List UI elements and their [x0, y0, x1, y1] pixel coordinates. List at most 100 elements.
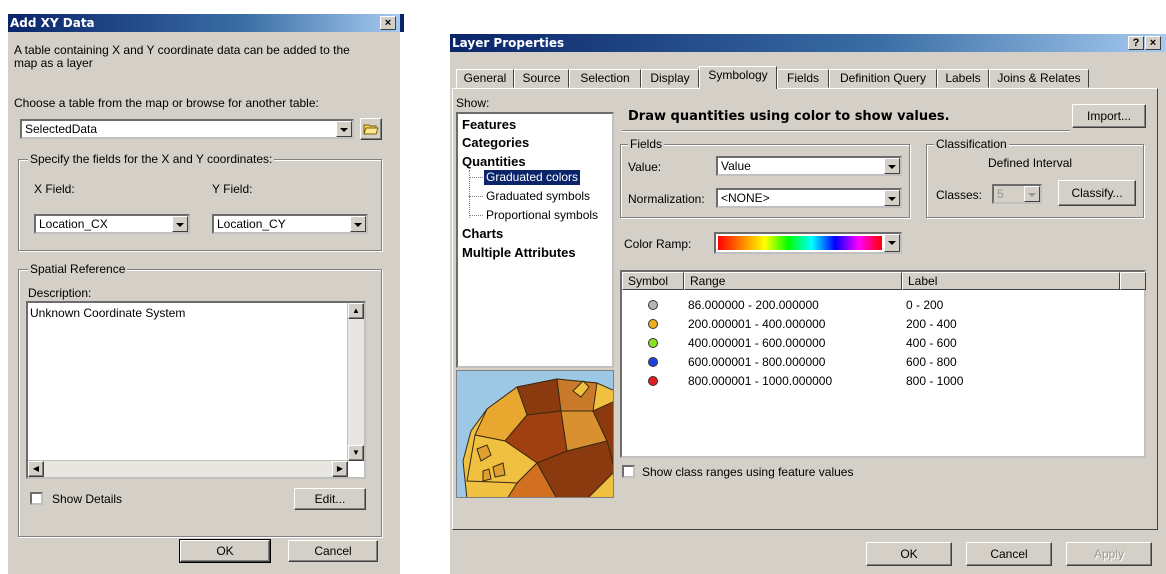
column-header-blank: [1120, 272, 1146, 290]
chevron-down-icon[interactable]: [884, 158, 900, 174]
horizontal-scrollbar[interactable]: ◀ ▶: [28, 460, 348, 477]
title-bar-edge: [400, 14, 404, 32]
tree-connector: [469, 196, 483, 197]
chevron-down-icon[interactable]: [884, 190, 900, 206]
apply-button[interactable]: Apply: [1066, 542, 1152, 566]
range-cell[interactable]: 800.000001 - 1000.000000: [688, 374, 832, 388]
class-row[interactable]: 200.000001 - 400.000000 200 - 400: [622, 315, 1144, 333]
x-field-dropdown[interactable]: Location_CX: [34, 214, 190, 234]
africa-map-image: [462, 378, 613, 497]
class-row[interactable]: 800.000001 - 1000.000000 800 - 1000: [622, 372, 1144, 390]
class-row[interactable]: 600.000001 - 800.000000 600 - 800: [622, 353, 1144, 371]
symbol-swatch[interactable]: [648, 376, 658, 386]
show-class-ranges-checkbox[interactable]: [622, 465, 635, 478]
label-cell[interactable]: 200 - 400: [906, 317, 957, 331]
close-icon[interactable]: ×: [380, 16, 396, 30]
range-cell[interactable]: 400.000001 - 600.000000: [688, 336, 825, 350]
chevron-down-icon[interactable]: [336, 121, 352, 137]
cancel-button[interactable]: Cancel: [966, 542, 1052, 566]
scroll-right-icon[interactable]: ▶: [332, 461, 348, 477]
ok-button[interactable]: OK: [866, 542, 952, 566]
description-value: Unknown Coordinate System: [30, 306, 186, 320]
chevron-down-icon[interactable]: [350, 216, 366, 232]
column-header-label[interactable]: Label: [902, 272, 1120, 290]
class-row[interactable]: 400.000001 - 600.000000 400 - 600: [622, 334, 1144, 352]
normalization-dropdown[interactable]: <NONE>: [716, 188, 902, 208]
description-label: Description:: [28, 286, 92, 300]
show-details-label: Show Details: [52, 492, 123, 506]
show-label: Show:: [456, 96, 490, 110]
tree-item-categories[interactable]: Categories: [462, 135, 529, 150]
chevron-down-icon[interactable]: [172, 216, 188, 232]
classify-button[interactable]: Classify...: [1058, 180, 1136, 206]
show-class-ranges-label: Show class ranges using feature values: [642, 465, 854, 479]
value-field-value: Value: [721, 159, 751, 173]
ok-button[interactable]: OK: [179, 539, 271, 563]
normalization-value: <NONE>: [721, 191, 770, 205]
value-dropdown[interactable]: Value: [716, 156, 902, 176]
table-dropdown[interactable]: SelectedData: [20, 119, 354, 139]
tab-symbology[interactable]: Symbology: [699, 66, 777, 89]
show-details-checkbox[interactable]: [30, 492, 43, 505]
y-field-dropdown[interactable]: Location_CY: [212, 214, 368, 234]
tab-fields[interactable]: Fields: [777, 69, 829, 88]
chevron-down-icon[interactable]: [884, 234, 900, 252]
edit-button[interactable]: Edit...: [294, 488, 366, 510]
scroll-left-icon[interactable]: ◀: [28, 461, 44, 477]
color-ramp-dropdown[interactable]: [714, 232, 902, 254]
tab-labels[interactable]: Labels: [937, 69, 989, 88]
tab-general[interactable]: General: [456, 69, 514, 88]
symbol-swatch[interactable]: [648, 338, 658, 348]
color-ramp-swatch: [718, 236, 882, 250]
cancel-button[interactable]: Cancel: [288, 540, 378, 562]
fields-group: [18, 159, 382, 251]
classification-method: Defined Interval: [988, 156, 1073, 170]
scroll-down-icon[interactable]: ▼: [348, 445, 364, 461]
normalization-label: Normalization:: [628, 192, 705, 206]
column-header-symbol[interactable]: Symbol: [622, 272, 684, 290]
class-list[interactable]: Symbol Range Label 86.000000 - 200.00000…: [620, 270, 1146, 458]
title-bar[interactable]: Add XY Data: [8, 14, 400, 32]
value-label: Value:: [628, 160, 662, 174]
fields-group-label: Specify the fields for the X and Y coord…: [28, 152, 275, 166]
description-box[interactable]: Unknown Coordinate System ▲ ▼ ◀ ▶: [26, 301, 366, 479]
tree-item-graduated-colors[interactable]: Graduated colors: [484, 170, 581, 185]
browse-folder-button[interactable]: [360, 118, 382, 140]
classes-dropdown[interactable]: 5: [992, 184, 1042, 204]
tab-source[interactable]: Source: [514, 69, 569, 88]
tree-item-multiple-attributes[interactable]: Multiple Attributes: [462, 245, 576, 260]
symbol-swatch[interactable]: [648, 357, 658, 367]
choose-table-label: Choose a table from the map or browse fo…: [14, 96, 319, 110]
renderer-tree[interactable]: Features Categories Quantities Graduated…: [456, 112, 614, 368]
symbol-swatch[interactable]: [648, 300, 658, 310]
tree-item-proportional-symbols[interactable]: Proportional symbols: [486, 208, 598, 223]
chevron-down-icon[interactable]: [1024, 186, 1040, 202]
tree-item-charts[interactable]: Charts: [462, 226, 503, 241]
import-button[interactable]: Import...: [1072, 104, 1146, 128]
tab-selection[interactable]: Selection: [569, 69, 641, 88]
help-icon[interactable]: ?: [1128, 36, 1144, 50]
tab-display[interactable]: Display: [641, 69, 699, 88]
range-cell[interactable]: 86.000000 - 200.000000: [688, 298, 819, 312]
range-cell[interactable]: 600.000001 - 800.000000: [688, 355, 825, 369]
class-row[interactable]: 86.000000 - 200.000000 0 - 200: [622, 296, 1144, 314]
range-cell[interactable]: 200.000001 - 400.000000: [688, 317, 825, 331]
label-cell[interactable]: 600 - 800: [906, 355, 957, 369]
tree-connector: [469, 177, 483, 178]
label-cell[interactable]: 400 - 600: [906, 336, 957, 350]
vertical-scrollbar[interactable]: ▲ ▼: [347, 303, 364, 461]
label-cell[interactable]: 800 - 1000: [906, 374, 963, 388]
tab-definition-query[interactable]: Definition Query: [829, 69, 937, 88]
label-cell[interactable]: 0 - 200: [906, 298, 943, 312]
tree-item-quantities[interactable]: Quantities: [462, 154, 526, 169]
scroll-up-icon[interactable]: ▲: [348, 303, 364, 319]
symbol-swatch[interactable]: [648, 319, 658, 329]
y-field-label: Y Field:: [212, 182, 253, 196]
tree-item-features[interactable]: Features: [462, 117, 516, 132]
heading-divider: [622, 130, 1070, 132]
tab-joins-relates[interactable]: Joins & Relates: [989, 69, 1089, 88]
column-header-range[interactable]: Range: [684, 272, 902, 290]
close-icon[interactable]: ×: [1145, 36, 1161, 50]
title-bar[interactable]: Layer Properties: [450, 34, 1166, 52]
tree-item-graduated-symbols[interactable]: Graduated symbols: [486, 189, 590, 204]
